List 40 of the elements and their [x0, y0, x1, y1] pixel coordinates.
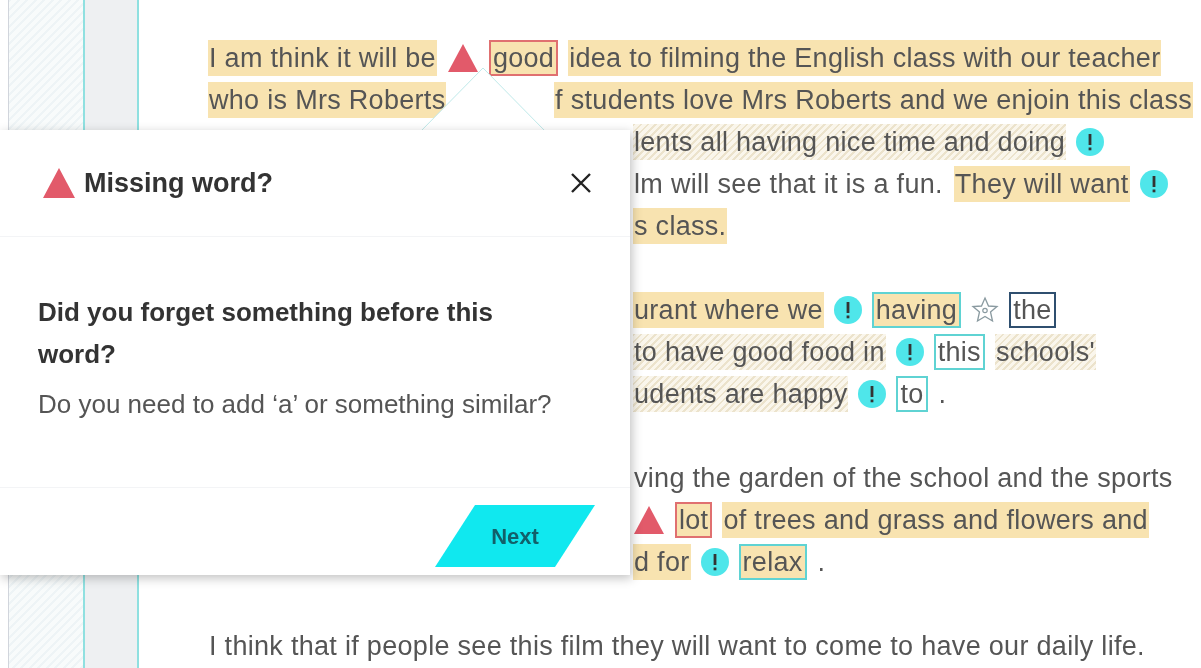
- flagged-word[interactable]: lot: [675, 502, 713, 538]
- essay-text: of trees and grass and flowers and: [722, 502, 1149, 538]
- flagged-word[interactable]: to: [896, 376, 928, 412]
- star-icon[interactable]: [971, 296, 1000, 324]
- exclamation-icon[interactable]: [1076, 128, 1105, 156]
- essay-text: lents all having nice time and doing: [633, 124, 1067, 160]
- warning-triangle-icon: [42, 167, 76, 199]
- essay-text: f students love Mrs Roberts and we enjoin this class: [554, 82, 1193, 118]
- flagged-word[interactable]: this: [933, 334, 985, 370]
- warning-triangle-icon[interactable]: [446, 43, 479, 73]
- essay-text: s class.: [633, 208, 728, 244]
- essay-text: They will want: [953, 166, 1130, 202]
- popup-heading: Did you forget something before this word?: [38, 296, 494, 371]
- essay-text: ving the garden of the school and the sports: [633, 462, 1174, 495]
- exclamation-icon[interactable]: [833, 296, 862, 324]
- exclamation-icon[interactable]: [858, 380, 887, 408]
- essay-text: who is Mrs Roberts: [208, 82, 447, 118]
- flagged-word[interactable]: relax: [738, 544, 807, 580]
- essay-text: udents are happy: [633, 376, 849, 412]
- popup-title: Missing word?: [84, 166, 273, 200]
- essay-text: I think that if people see this film they will want to come to have our daily life.: [208, 630, 1146, 663]
- exclamation-icon[interactable]: [700, 548, 729, 576]
- flagged-word[interactable]: having: [871, 292, 962, 328]
- flagged-word[interactable]: good: [488, 40, 559, 76]
- popup-message: Do you need to add ‘a’ or something similar?: [38, 388, 553, 421]
- essay-text: schools': [994, 334, 1097, 370]
- warning-triangle-icon[interactable]: [633, 505, 665, 535]
- next-button[interactable]: Next: [435, 505, 595, 567]
- essay-text: .: [937, 378, 948, 411]
- exclamation-icon[interactable]: [895, 338, 924, 366]
- essay-text: I am think it will be: [208, 40, 437, 76]
- essay-text: lm will see that it is a fun.: [633, 168, 944, 201]
- essay-text: idea to filming the English class with our teacher: [568, 40, 1162, 76]
- essay-text: urant where we: [633, 292, 824, 328]
- exclamation-icon[interactable]: [1139, 170, 1168, 198]
- essay-text: .: [816, 546, 827, 579]
- flagged-word[interactable]: the: [1009, 292, 1056, 328]
- essay-text: to have good food in: [633, 334, 886, 370]
- close-icon: [570, 172, 592, 194]
- essay-text: d for: [633, 544, 691, 580]
